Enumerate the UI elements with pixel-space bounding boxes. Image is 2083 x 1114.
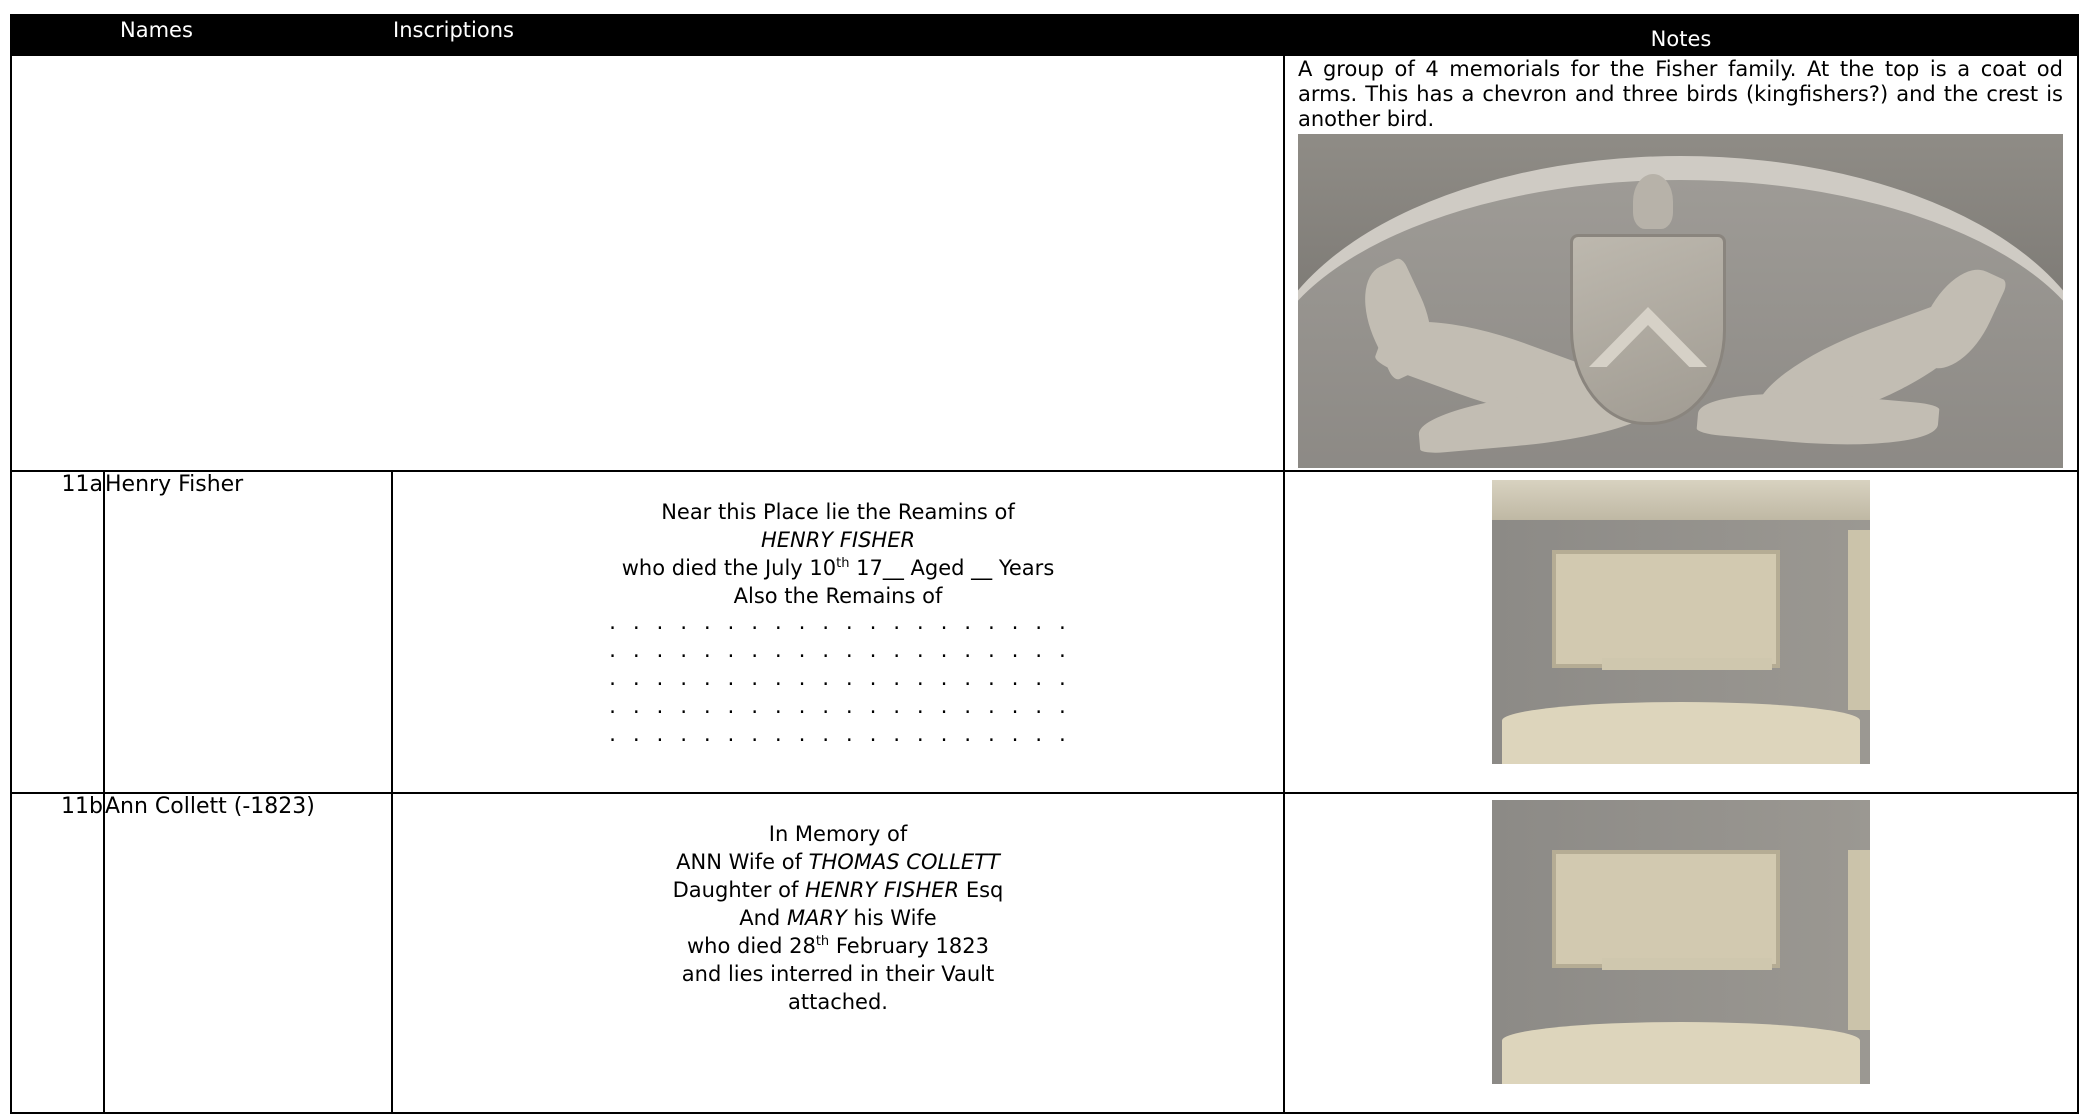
inscription-line: In Memory of bbox=[768, 822, 908, 846]
inscription-dotted-line: . . . . . . . . . . . . . . . . . . . . bbox=[607, 697, 1069, 718]
header-inscriptions: Inscriptions bbox=[391, 14, 1285, 56]
inscription-line: attached. bbox=[788, 990, 888, 1014]
row-inscription: Near this Place lie the Reamins of HENRY… bbox=[391, 470, 1285, 794]
inscription-line: who died 28th February 1823 bbox=[686, 934, 990, 958]
inscription-line: and lies interred in their Vault bbox=[681, 962, 995, 986]
memorial-photo bbox=[1492, 480, 1870, 764]
table-row: 11a Henry Fisher Near this Place lie the… bbox=[10, 470, 2079, 794]
inscription-line: And MARY his Wife bbox=[739, 906, 937, 930]
inscription-dotted-line: . . . . . . . . . . . . . . . . . . . . bbox=[607, 669, 1069, 690]
memorial-document: Names Inscriptions Notes A group of 4 me… bbox=[10, 14, 2079, 1114]
memorial-photo bbox=[1492, 800, 1870, 1084]
row-notes bbox=[1283, 470, 2079, 794]
inscription-dotted-line: . . . . . . . . . . . . . . . . . . . . bbox=[607, 725, 1069, 746]
header-row: Names Inscriptions Notes bbox=[10, 14, 2079, 56]
inscription-line: HENRY FISHER bbox=[760, 528, 916, 552]
memorials-table: Names Inscriptions Notes A group of 4 me… bbox=[10, 14, 2079, 1114]
header-notes: Notes bbox=[1283, 14, 2079, 56]
row-notes bbox=[1283, 792, 2079, 1114]
row-name: Henry Fisher bbox=[103, 470, 393, 794]
row-name: Ann Collett (-1823) bbox=[103, 792, 393, 1114]
inscription-dotted-line: . . . . . . . . . . . . . . . . . . . . bbox=[607, 641, 1069, 662]
inscription-line: Near this Place lie the Reamins of bbox=[661, 500, 1015, 524]
row-number: 11a bbox=[10, 470, 105, 794]
coat-of-arms-photo bbox=[1298, 134, 2063, 468]
inscription-line: who died the July 10th 17__ Aged __ Year… bbox=[621, 556, 1055, 580]
inscription-dotted-line: . . . . . . . . . . . . . . . . . . . . bbox=[607, 613, 1069, 634]
inscription-line: ANN Wife of THOMAS COLLETT bbox=[676, 850, 1000, 874]
header-names: Names bbox=[103, 14, 393, 56]
row-number: 11b bbox=[10, 792, 105, 1114]
row-inscription: In Memory of ANN Wife of THOMAS COLLETT … bbox=[391, 792, 1285, 1114]
intro-notes-text: A group of 4 memorials for the Fisher fa… bbox=[1298, 57, 2063, 131]
inscription-line: Also the Remains of bbox=[733, 584, 943, 608]
intro-empty-cell bbox=[10, 54, 1285, 472]
table-row: 11b Ann Collett (-1823) In Memory of ANN… bbox=[10, 792, 2079, 1114]
inscription-line: Daughter of HENRY FISHER Esq bbox=[672, 878, 1004, 902]
intro-notes-cell: A group of 4 memorials for the Fisher fa… bbox=[1283, 54, 2079, 472]
intro-row: A group of 4 memorials for the Fisher fa… bbox=[10, 54, 2079, 472]
header-number bbox=[10, 14, 105, 56]
